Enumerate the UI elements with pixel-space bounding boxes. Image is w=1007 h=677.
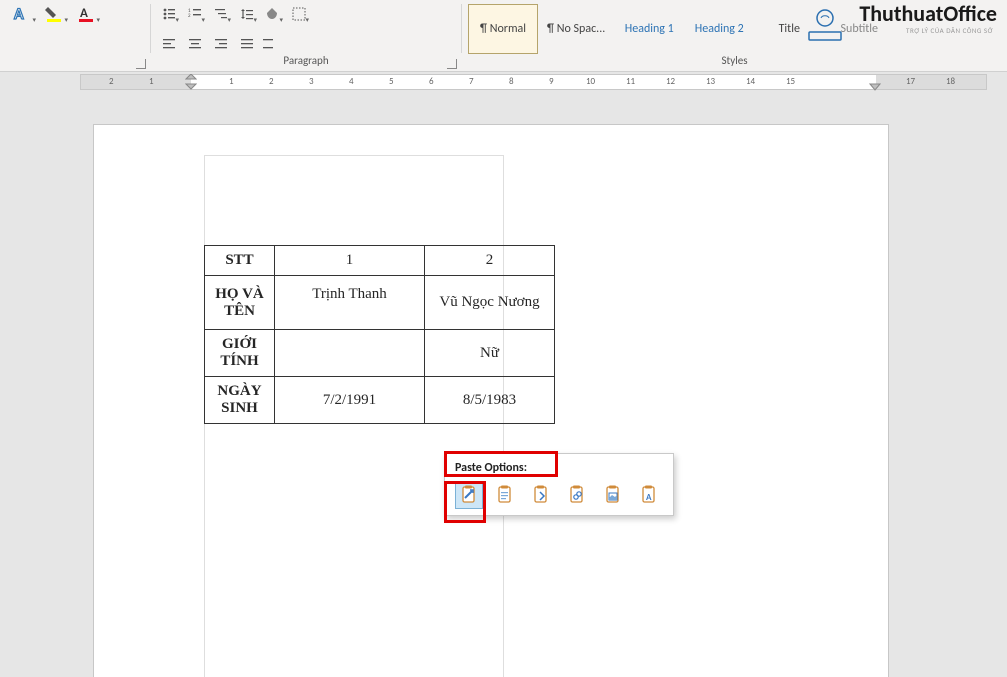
dialog-launcher-icon[interactable] <box>447 59 457 69</box>
ruler-tick: 18 <box>946 76 955 87</box>
cell[interactable]: Nữ <box>425 330 555 377</box>
cell[interactable]: 7/2/1991 <box>275 377 425 424</box>
document-workspace: STT 1 2 HỌ VÀ TÊN Trịnh Thanh Vũ Ngọc Nư… <box>0 92 1007 677</box>
paragraph-group: 12 <box>151 0 461 71</box>
table-row[interactable]: HỌ VÀ TÊN Trịnh Thanh Vũ Ngọc Nương <box>205 276 555 330</box>
ruler-tick: 15 <box>786 76 795 87</box>
highlight-color-button[interactable] <box>38 2 70 26</box>
font-group: A A <box>0 0 150 71</box>
paste-picture-button[interactable] <box>599 481 627 509</box>
ruler-tick: 8 <box>509 76 514 87</box>
multilevel-list-button[interactable] <box>209 2 233 26</box>
data-table[interactable]: STT 1 2 HỌ VÀ TÊN Trịnh Thanh Vũ Ngọc Nư… <box>204 245 555 424</box>
ruler-tick: 17 <box>906 76 915 87</box>
justify-button[interactable] <box>235 32 259 56</box>
style-heading1[interactable]: Heading 1 <box>614 4 684 54</box>
cell[interactable] <box>275 330 425 377</box>
font-group-label <box>0 53 150 71</box>
ruler-tick: 12 <box>666 76 675 87</box>
style-no-spacing[interactable]: ¶ No Spac... <box>538 4 614 54</box>
paste-text-only-button[interactable]: A <box>635 481 663 509</box>
line-spacing-button[interactable] <box>235 2 259 26</box>
paragraph-group-label: Paragraph <box>151 54 461 71</box>
text-effects-button[interactable]: A <box>6 2 38 26</box>
cell[interactable]: 1 <box>275 246 425 276</box>
cell[interactable]: Trịnh Thanh <box>275 276 425 330</box>
cell-header[interactable]: GIỚI TÍNH <box>205 330 275 377</box>
paste-merge-formatting-button[interactable] <box>491 481 519 509</box>
ruler-tick: 4 <box>349 76 354 87</box>
ruler-tick: 6 <box>429 76 434 87</box>
svg-text:A: A <box>646 492 652 503</box>
cell[interactable]: Vũ Ngọc Nương <box>425 276 555 330</box>
dialog-launcher-icon[interactable] <box>136 59 146 69</box>
ruler-tick: 1 <box>149 76 154 87</box>
horizontal-ruler[interactable]: 2 1 1 2 3 4 5 6 7 8 9 10 11 12 13 14 15 … <box>80 74 987 90</box>
svg-text:A: A <box>14 5 24 23</box>
ruler-tick: 1 <box>229 76 234 87</box>
styles-group-label: Styles <box>462 54 1007 71</box>
cell-header[interactable]: STT <box>205 246 275 276</box>
font-color-button[interactable]: A <box>70 2 102 26</box>
table-row[interactable]: NGÀY SINH 7/2/1991 8/5/1983 <box>205 377 555 424</box>
svg-text:A: A <box>80 6 88 21</box>
table-row[interactable]: GIỚI TÍNH Nữ <box>205 330 555 377</box>
shading-button[interactable] <box>261 2 285 26</box>
bullets-button[interactable] <box>157 2 181 26</box>
ruler-tick: 7 <box>469 76 474 87</box>
indent-marker-icon[interactable] <box>185 74 197 92</box>
paste-options-popup: Paste Options: A <box>444 453 674 516</box>
cell[interactable]: 2 <box>425 246 555 276</box>
align-center-button[interactable] <box>183 32 207 56</box>
ruler-tick: 11 <box>626 76 635 87</box>
paste-keep-source-formatting-button[interactable] <box>455 481 483 509</box>
borders-button[interactable] <box>287 2 311 26</box>
align-right-button[interactable] <box>209 32 233 56</box>
style-normal[interactable]: ¶ Normal <box>468 4 538 54</box>
paragraph-spacing-button[interactable] <box>261 32 275 56</box>
watermark-subtext: TRỢ LÝ CỦA DÂN CÔNG SỞ <box>906 26 993 35</box>
cell-header[interactable]: HỌ VÀ TÊN <box>205 276 275 330</box>
paste-use-destination-styles-button[interactable] <box>527 481 555 509</box>
ruler-tick: 14 <box>746 76 755 87</box>
ruler-tick: 2 <box>109 76 114 87</box>
watermark-icon <box>803 4 847 48</box>
table-row[interactable]: STT 1 2 <box>205 246 555 276</box>
document-page[interactable]: STT 1 2 HỌ VÀ TÊN Trịnh Thanh Vũ Ngọc Nư… <box>93 124 889 677</box>
numbering-button[interactable]: 12 <box>183 2 207 26</box>
styles-group: ¶ Normal ¶ No Spac... Heading 1 Heading … <box>462 0 1007 71</box>
watermark-text: ThuthuatOffice <box>859 0 997 27</box>
svg-text:2: 2 <box>188 13 191 19</box>
ruler-tick: 13 <box>706 76 715 87</box>
ruler-tick: 2 <box>269 76 274 87</box>
ruler-tick: 5 <box>389 76 394 87</box>
ruler-tick: 9 <box>549 76 554 87</box>
ruler-tick: 10 <box>586 76 595 87</box>
align-left-button[interactable] <box>157 32 181 56</box>
ribbon: A A 12 <box>0 0 1007 72</box>
ruler-bar: 2 1 1 2 3 4 5 6 7 8 9 10 11 12 13 14 15 … <box>0 72 1007 92</box>
cell-header[interactable]: NGÀY SINH <box>205 377 275 424</box>
paste-link-button[interactable] <box>563 481 591 509</box>
paste-options-title: Paste Options: <box>451 458 667 481</box>
cell[interactable]: 8/5/1983 <box>425 377 555 424</box>
style-heading2[interactable]: Heading 2 <box>684 4 754 54</box>
ruler-tick: 3 <box>309 76 314 87</box>
